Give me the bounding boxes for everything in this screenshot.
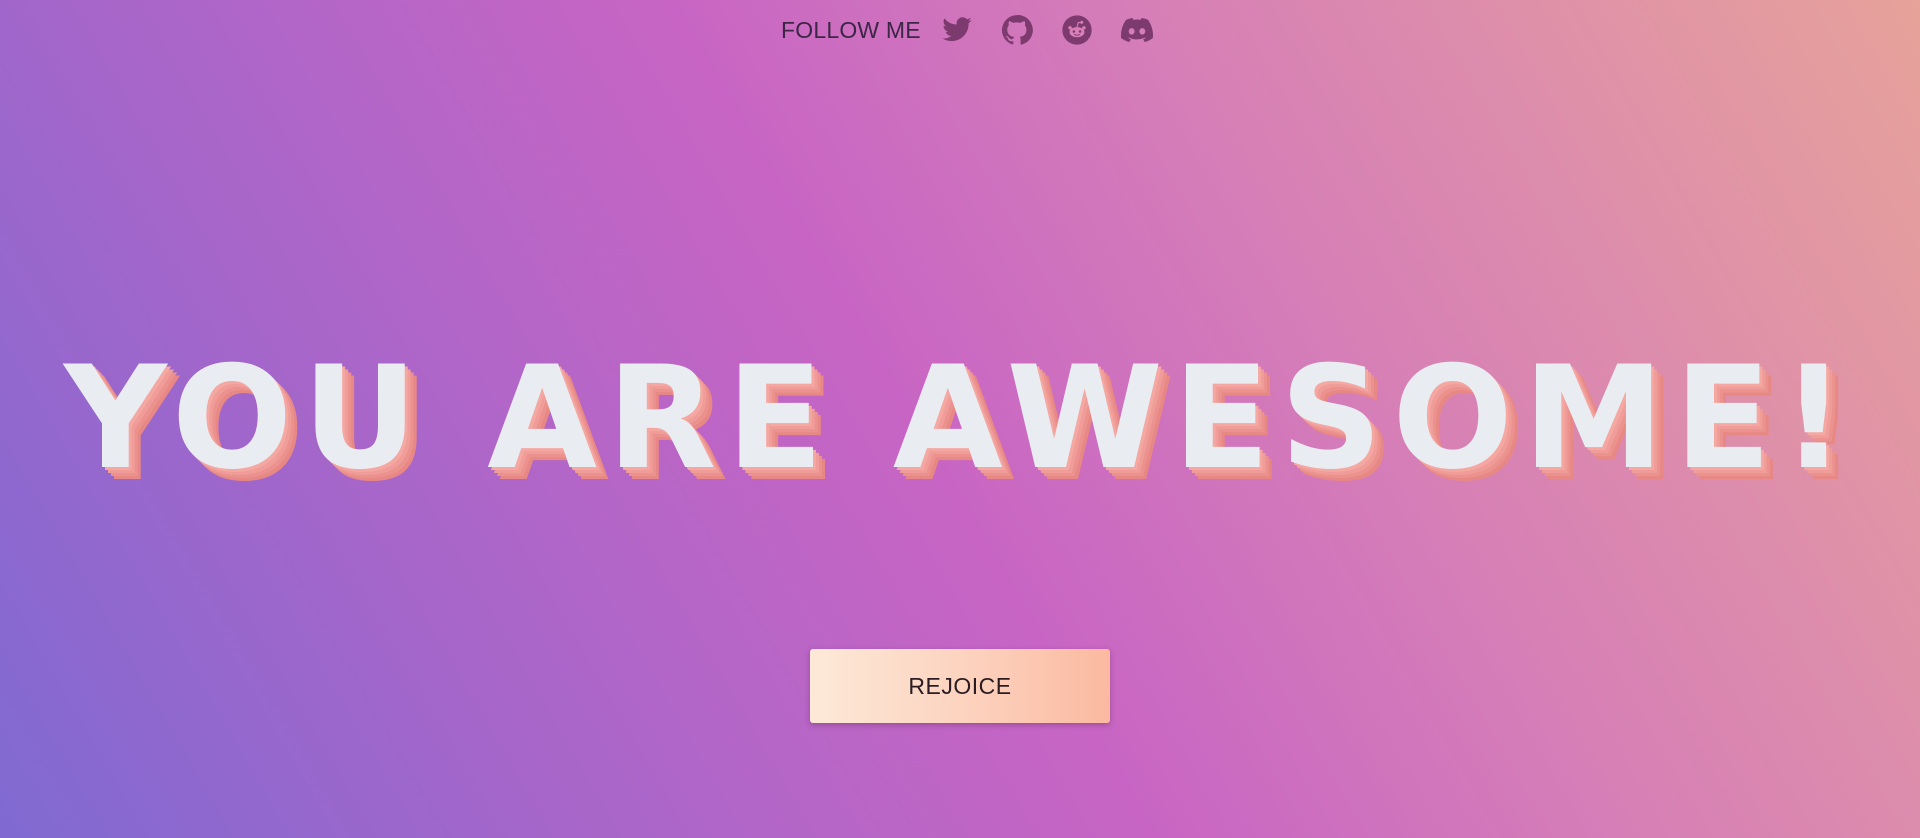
twitter-icon[interactable] bbox=[941, 14, 973, 46]
headline: YOU ARE AWESOME! bbox=[63, 336, 1857, 501]
rejoice-button[interactable]: REJOICE bbox=[810, 649, 1110, 723]
reddit-icon[interactable] bbox=[1061, 14, 1093, 46]
twitter-icon-glyph bbox=[942, 17, 972, 42]
follow-bar: FOLLOW ME bbox=[781, 14, 1153, 46]
follow-me-label: FOLLOW ME bbox=[781, 16, 921, 43]
discord-icon[interactable] bbox=[1120, 14, 1153, 46]
github-icon[interactable] bbox=[1001, 14, 1033, 46]
discord-icon-glyph bbox=[1120, 18, 1153, 43]
github-icon-glyph bbox=[1001, 15, 1033, 45]
reddit-icon-glyph bbox=[1062, 15, 1092, 45]
